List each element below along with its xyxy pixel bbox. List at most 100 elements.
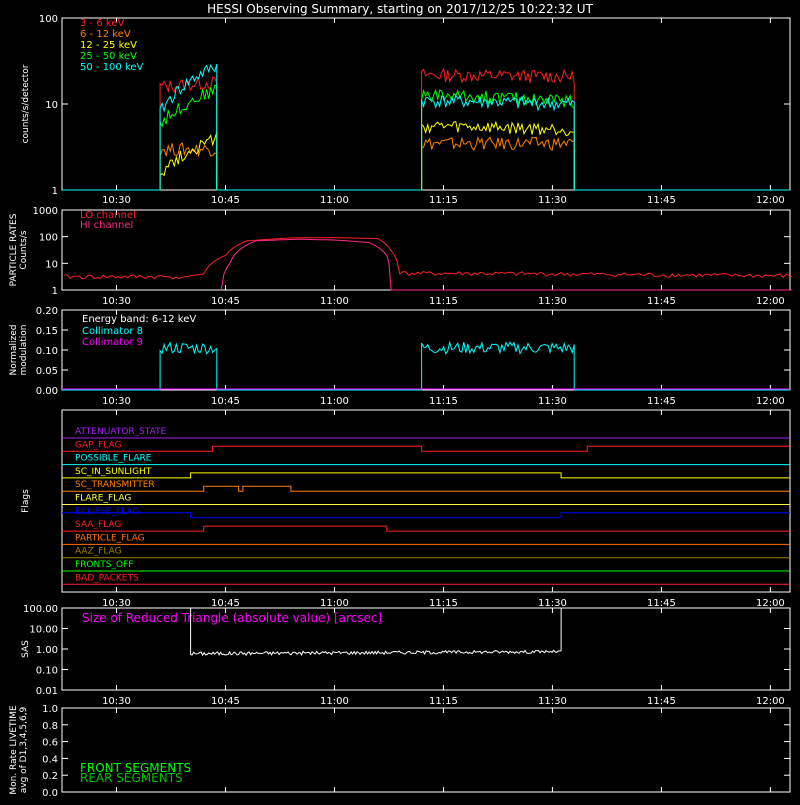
modulation-xtick-label: 11:15 xyxy=(429,396,458,407)
modulation-series-0 xyxy=(62,340,790,391)
flag-line-3 xyxy=(62,472,790,479)
flag-label-8: PARTICLE_FLAG xyxy=(75,533,145,543)
counts-series-1 xyxy=(62,136,790,191)
counts-xtick-label: 11:15 xyxy=(429,195,458,206)
modulation-xtick-label: 12:00 xyxy=(756,396,785,407)
legend-2: 12 - 25 keV xyxy=(80,40,137,51)
particle-xtick-label: 10:30 xyxy=(102,296,131,307)
particle-xtick-label: 11:15 xyxy=(429,296,458,307)
livetime-ytick-label: 0.4 xyxy=(42,754,58,765)
flags-xtick-label: 11:45 xyxy=(647,598,676,609)
particle-xtick-label: 11:30 xyxy=(538,296,567,307)
particle-xtick-label: 11:00 xyxy=(320,296,349,307)
flag-line-7 xyxy=(62,525,790,532)
legend-4: 50 - 100 keV xyxy=(80,62,144,73)
sas-ytick-label: 1.00 xyxy=(36,645,58,656)
modulation-xtick-label: 10:30 xyxy=(102,396,131,407)
counts-ylabel: counts/s/detector xyxy=(21,64,31,143)
sas-ytick-label: 0.01 xyxy=(36,686,58,697)
flags-frame xyxy=(61,409,791,593)
flags-xtick-label: 11:15 xyxy=(429,598,458,609)
modulation-legend-1: Collimator 9 xyxy=(82,337,143,348)
modulation-ytick-label: 0.05 xyxy=(36,366,58,377)
chart-title: HESSI Observing Summary, starting on 201… xyxy=(207,2,593,16)
flags-xtick-label: 10:45 xyxy=(211,598,240,609)
flag-label-7: SAA_FLAG xyxy=(75,520,121,530)
hessi-summary-chart: HESSI Observing Summary, starting on 201… xyxy=(9,2,793,799)
modulation-xtick-label: 11:00 xyxy=(320,396,349,407)
flag-label-3: SC_IN_SUNLIGHT xyxy=(75,467,152,477)
sas-ytick-label: 100.00 xyxy=(23,604,58,615)
flag-label-10: FRONTS_OFF xyxy=(75,560,133,570)
flag-line-6 xyxy=(62,512,790,519)
livetime-legend-1: REAR SEGMENTS xyxy=(80,771,183,785)
flag-label-5: FLARE_FLAG xyxy=(75,494,131,504)
particle-ytick-label: 10 xyxy=(45,259,58,270)
modulation-xtick-label: 11:45 xyxy=(647,396,676,407)
livetime-ytick-label: 0.8 xyxy=(42,721,58,732)
counts-ytick-label: 100 xyxy=(39,14,58,25)
counts-xtick-label: 12:00 xyxy=(756,195,785,206)
particle-ytick-label: 100 xyxy=(39,233,58,244)
sas-xtick-label: 11:00 xyxy=(320,696,349,707)
legend-3: 25 - 50 keV xyxy=(80,51,137,62)
legend-1: 6 - 12 keV xyxy=(80,29,131,40)
sas-xtick-label: 11:30 xyxy=(538,696,567,707)
particle-ytick-label: 1000 xyxy=(33,206,58,217)
particle-xtick-label: 10:45 xyxy=(211,296,240,307)
counts-xtick-label: 10:30 xyxy=(102,195,131,206)
sas-xtick-label: 10:45 xyxy=(211,696,240,707)
flags-xtick-label: 10:30 xyxy=(102,598,131,609)
modulation-ytick-label: 0.10 xyxy=(36,346,58,357)
counts-xtick-label: 11:00 xyxy=(320,195,349,206)
sas-xtick-label: 11:15 xyxy=(429,696,458,707)
particle-ylabel: Counts/s xyxy=(19,230,29,269)
particle-ytick-label: 1 xyxy=(52,286,58,297)
sas-ylabel: SAS xyxy=(21,640,31,658)
flag-label-2: POSSIBLE_FLARE xyxy=(75,454,152,464)
legend-0: 3 - 6 keV xyxy=(80,18,124,29)
livetime-ylabel: avg of D1,3,4,5,6,9 xyxy=(19,706,29,793)
sas-ytick-label: 0.10 xyxy=(36,666,58,677)
modulation-xtick-label: 10:45 xyxy=(211,396,240,407)
particle-series-1 xyxy=(220,238,793,291)
livetime-ytick-label: 0.6 xyxy=(42,738,58,749)
flag-line-1 xyxy=(62,445,790,452)
modulation-annotation: Energy band: 6-12 keV xyxy=(82,314,196,325)
flags-ylabel: Flags xyxy=(21,489,31,513)
hessi-summary-figure: HESSI Observing Summary, starting on 201… xyxy=(0,0,800,800)
sas-annotation: Size of Reduced Triangle (absolute value… xyxy=(82,611,382,625)
particle-legend-1: HI channel xyxy=(80,220,133,231)
counts-ytick-label: 10 xyxy=(45,100,58,111)
counts-ytick-label: 1 xyxy=(52,186,58,197)
sas-xtick-label: 10:30 xyxy=(102,696,131,707)
modulation-ylabel: Normalized xyxy=(9,324,19,375)
modulation-ylabel: modulation xyxy=(19,325,29,376)
sas-xtick-label: 12:00 xyxy=(756,696,785,707)
flags-xtick-label: 11:00 xyxy=(320,598,349,609)
flag-label-4: SC_TRANSMITTER xyxy=(75,480,155,490)
modulation-legend-0: Collimator 8 xyxy=(82,326,143,337)
flag-label-0: ATTENUATOR_STATE xyxy=(75,427,167,437)
counts-series-2 xyxy=(62,120,790,191)
livetime-ytick-label: 1.0 xyxy=(42,704,58,715)
flag-label-9: AAZ_FLAG xyxy=(75,547,122,557)
particle-ylabel: PARTICLE RATES xyxy=(9,213,19,286)
particle-xtick-label: 11:45 xyxy=(647,296,676,307)
modulation-ytick-label: 0.15 xyxy=(36,326,58,337)
modulation-ytick-label: 0.20 xyxy=(36,306,58,317)
flags-xtick-label: 12:00 xyxy=(756,598,785,609)
livetime-ylabel: Mon. Rate LIVETIME xyxy=(9,705,19,795)
flag-label-1: GAP_FLAG xyxy=(75,440,121,450)
flag-label-6: ECLIPSE_FLAG xyxy=(75,507,139,517)
counts-frame xyxy=(61,17,791,191)
livetime-ytick-label: 0.0 xyxy=(42,788,58,799)
sas-ytick-label: 10.00 xyxy=(29,625,58,636)
flags-xtick-label: 11:30 xyxy=(538,598,567,609)
particle-xtick-label: 12:00 xyxy=(756,296,785,307)
particle-series-0 xyxy=(64,237,793,280)
sas-xtick-label: 11:45 xyxy=(647,696,676,707)
counts-xtick-label: 11:45 xyxy=(647,195,676,206)
modulation-xtick-label: 11:30 xyxy=(538,396,567,407)
flag-label-11: BAD_PACKETS xyxy=(75,573,139,583)
